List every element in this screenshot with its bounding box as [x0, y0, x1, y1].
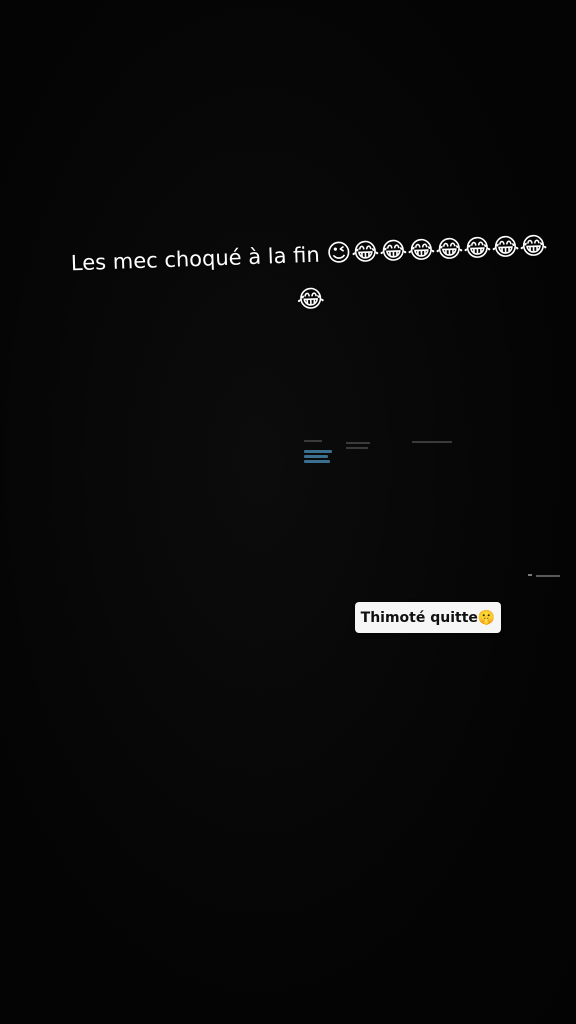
faint-bar	[304, 450, 332, 453]
caption-emojis: 😉😂😂😂😂😂😂😂😂	[296, 231, 548, 314]
faint-corner-mark	[528, 574, 562, 578]
faint-text-line	[346, 442, 370, 444]
faint-bar	[304, 460, 330, 463]
caption-text: Les mec choqué à la fin	[70, 242, 321, 276]
faint-bar	[304, 455, 328, 458]
text-sticker: Thimoté quitte🤫	[355, 602, 501, 633]
faint-text-line	[346, 447, 368, 449]
sticker-text: Thimoté quitte🤫	[360, 609, 496, 626]
faint-screen-content	[300, 436, 470, 466]
video-frame[interactable]: Les mec choqué à la fin 😉😂😂😂😂😂😂😂😂 Thimot…	[0, 0, 576, 1024]
faint-text-line	[304, 440, 322, 442]
faint-text-line	[412, 441, 452, 443]
video-caption: Les mec choqué à la fin 😉😂😂😂😂😂😂😂😂	[59, 223, 562, 330]
